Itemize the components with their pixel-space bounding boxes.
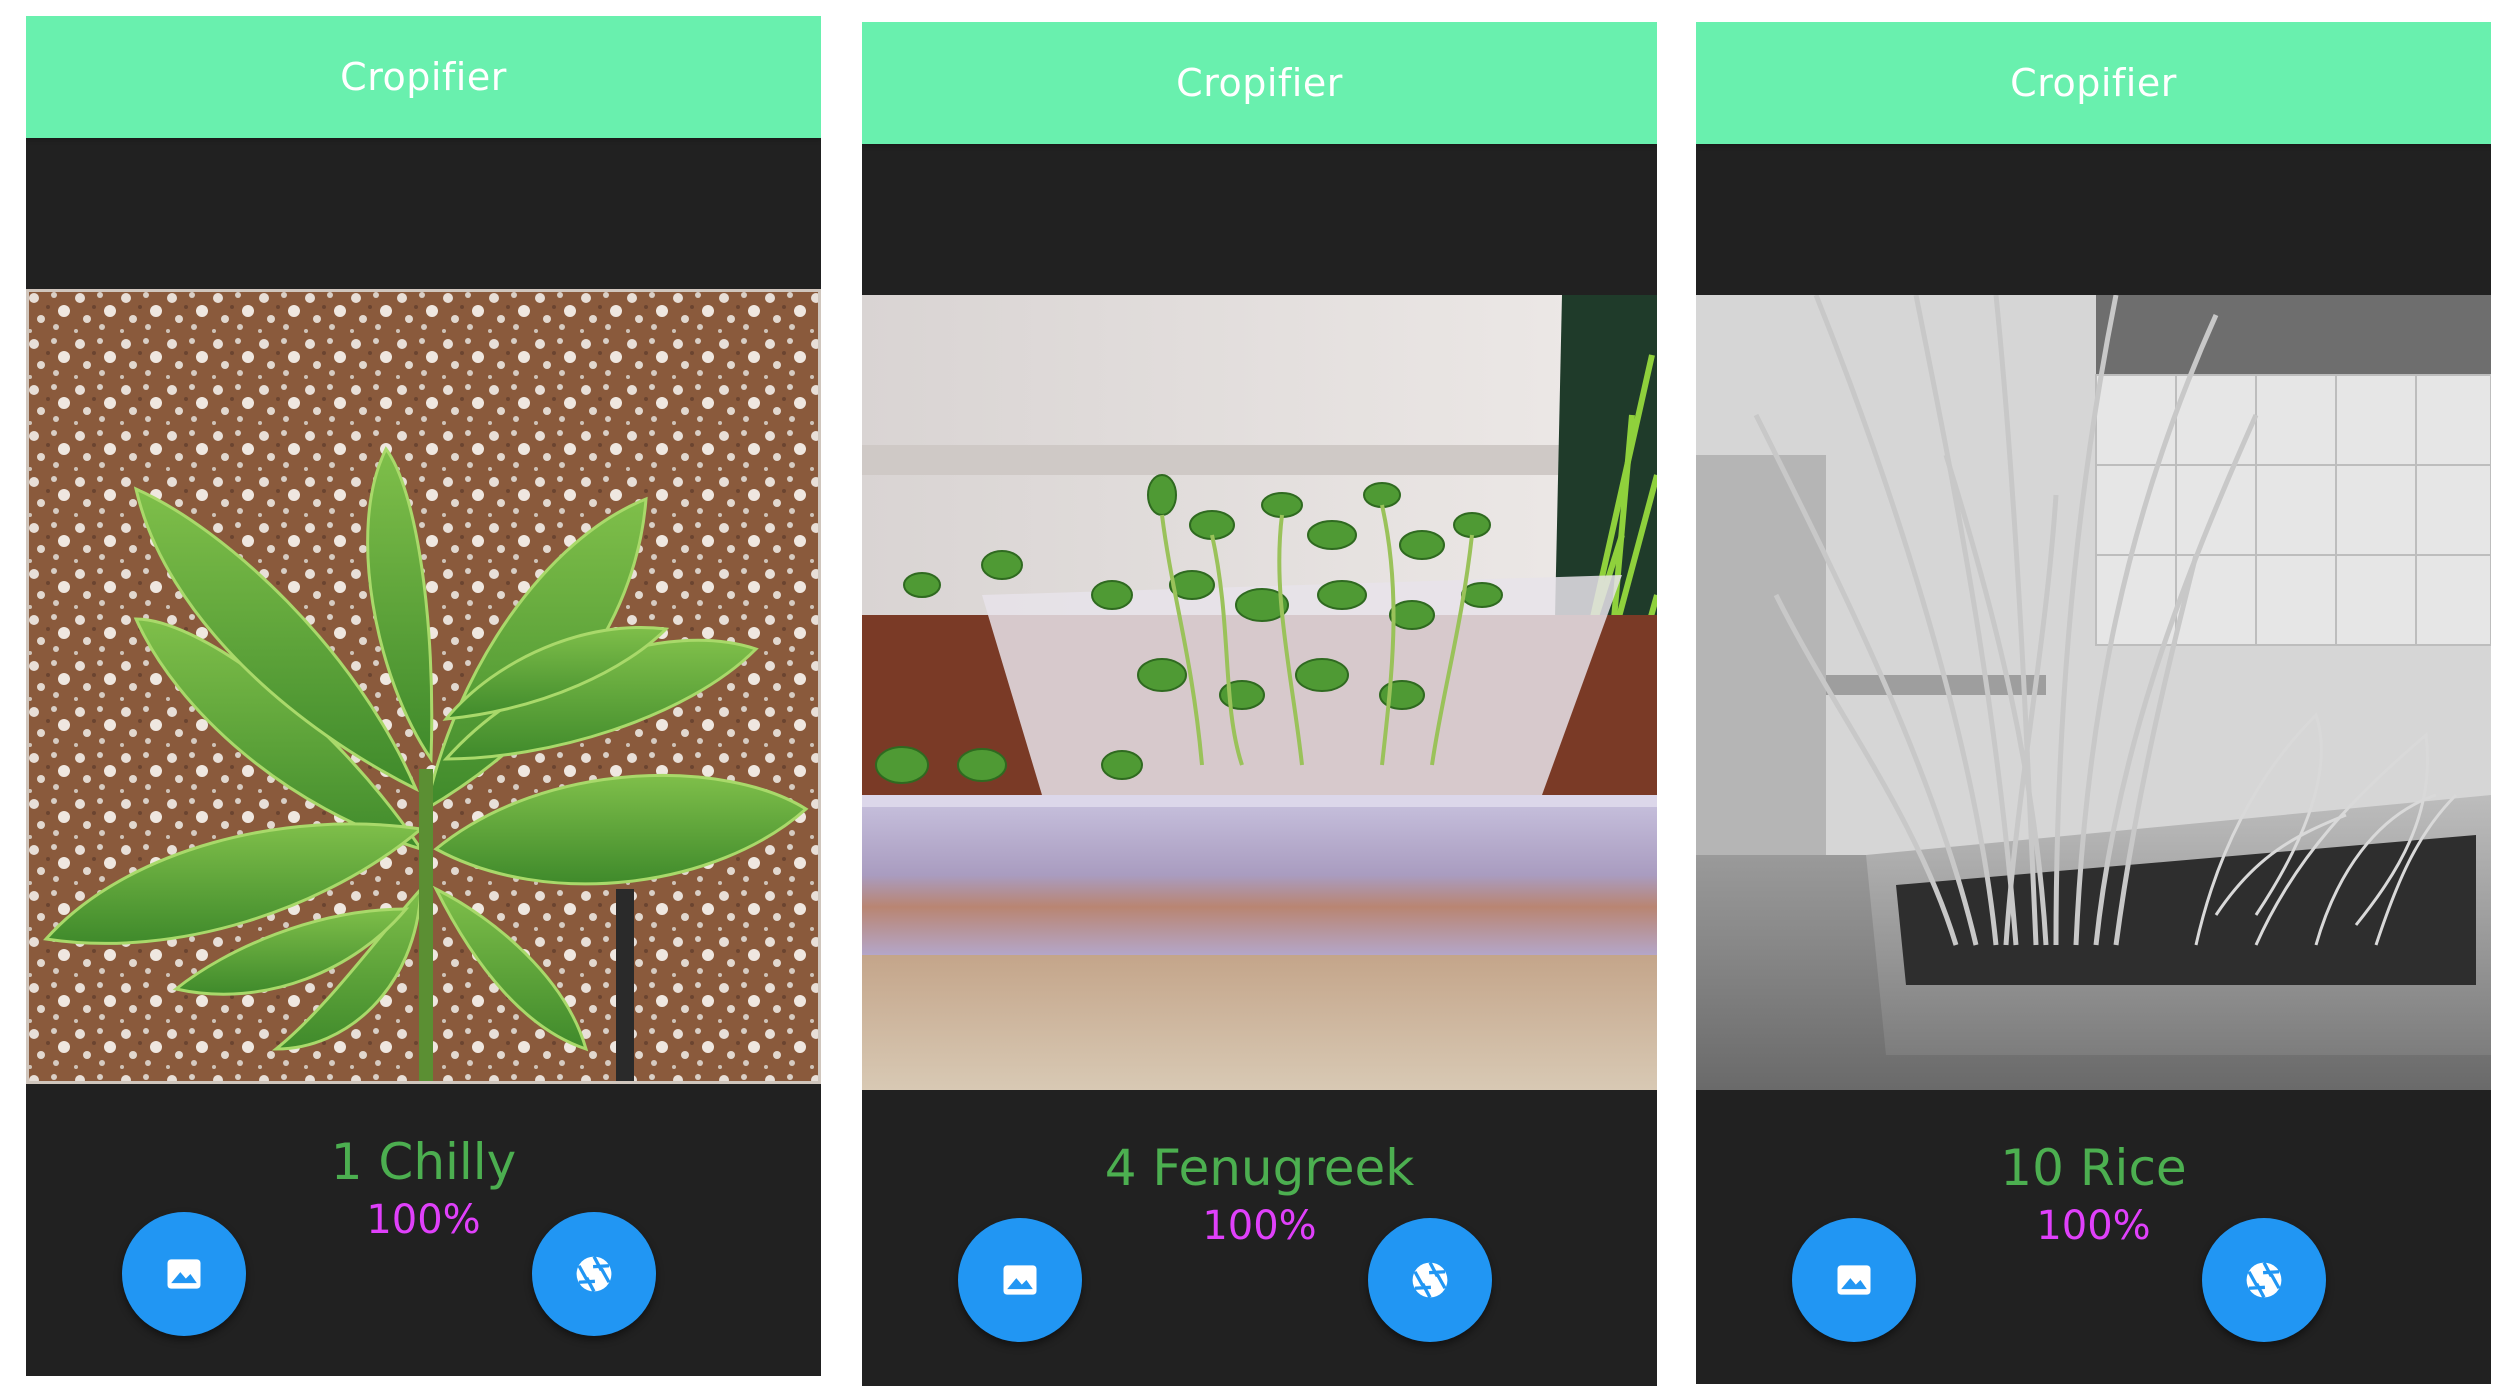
gallery-button[interactable] [958, 1218, 1082, 1342]
camera-button[interactable] [532, 1212, 656, 1336]
fenugreek-seedlings-photo [862, 295, 1657, 1090]
camera-shutter-icon [2246, 1261, 2282, 1299]
phone-screen-fenugreek: Cropifier 4 Fenugreek 100% [862, 22, 1657, 1386]
screenshot-collage: Cropifier 1 Chilly 100% Cropifier 4 Fenu… [0, 0, 2515, 1400]
chilly-plant-photo [26, 289, 821, 1084]
phone-screen-chilly: Cropifier 1 Chilly 100% [26, 16, 821, 1376]
rice-seedlings-photo [1696, 295, 2491, 1090]
app-bar: Cropifier [862, 22, 1657, 144]
camera-shutter-icon [576, 1255, 612, 1293]
prediction-label: 4 Fenugreek [1104, 1139, 1415, 1197]
gallery-button[interactable] [122, 1212, 246, 1336]
result-panel: 4 Fenugreek 100% [862, 1090, 1657, 1380]
app-bar: Cropifier [26, 16, 821, 138]
crop-photo [862, 295, 1657, 1090]
app-title: Cropifier [2010, 61, 2177, 105]
crop-photo [26, 289, 821, 1084]
camera-button[interactable] [1368, 1218, 1492, 1342]
image-icon [167, 1259, 201, 1289]
gallery-button[interactable] [1792, 1218, 1916, 1342]
result-panel: 10 Rice 100% [1696, 1090, 2491, 1380]
app-title: Cropifier [340, 55, 507, 99]
result-panel: 1 Chilly 100% [26, 1084, 821, 1374]
top-spacer [1696, 144, 2491, 295]
camera-shutter-icon [1412, 1261, 1448, 1299]
crop-photo [1696, 295, 2491, 1090]
image-icon [1003, 1265, 1037, 1295]
top-spacer [26, 138, 821, 289]
prediction-label: 10 Rice [2000, 1139, 2187, 1197]
image-icon [1837, 1265, 1871, 1295]
camera-button[interactable] [2202, 1218, 2326, 1342]
app-bar: Cropifier [1696, 22, 2491, 144]
top-spacer [862, 144, 1657, 295]
phone-screen-rice: Cropifier 10 Rice 100% [1696, 22, 2491, 1384]
prediction-label: 1 Chilly [330, 1133, 517, 1191]
app-title: Cropifier [1176, 61, 1343, 105]
